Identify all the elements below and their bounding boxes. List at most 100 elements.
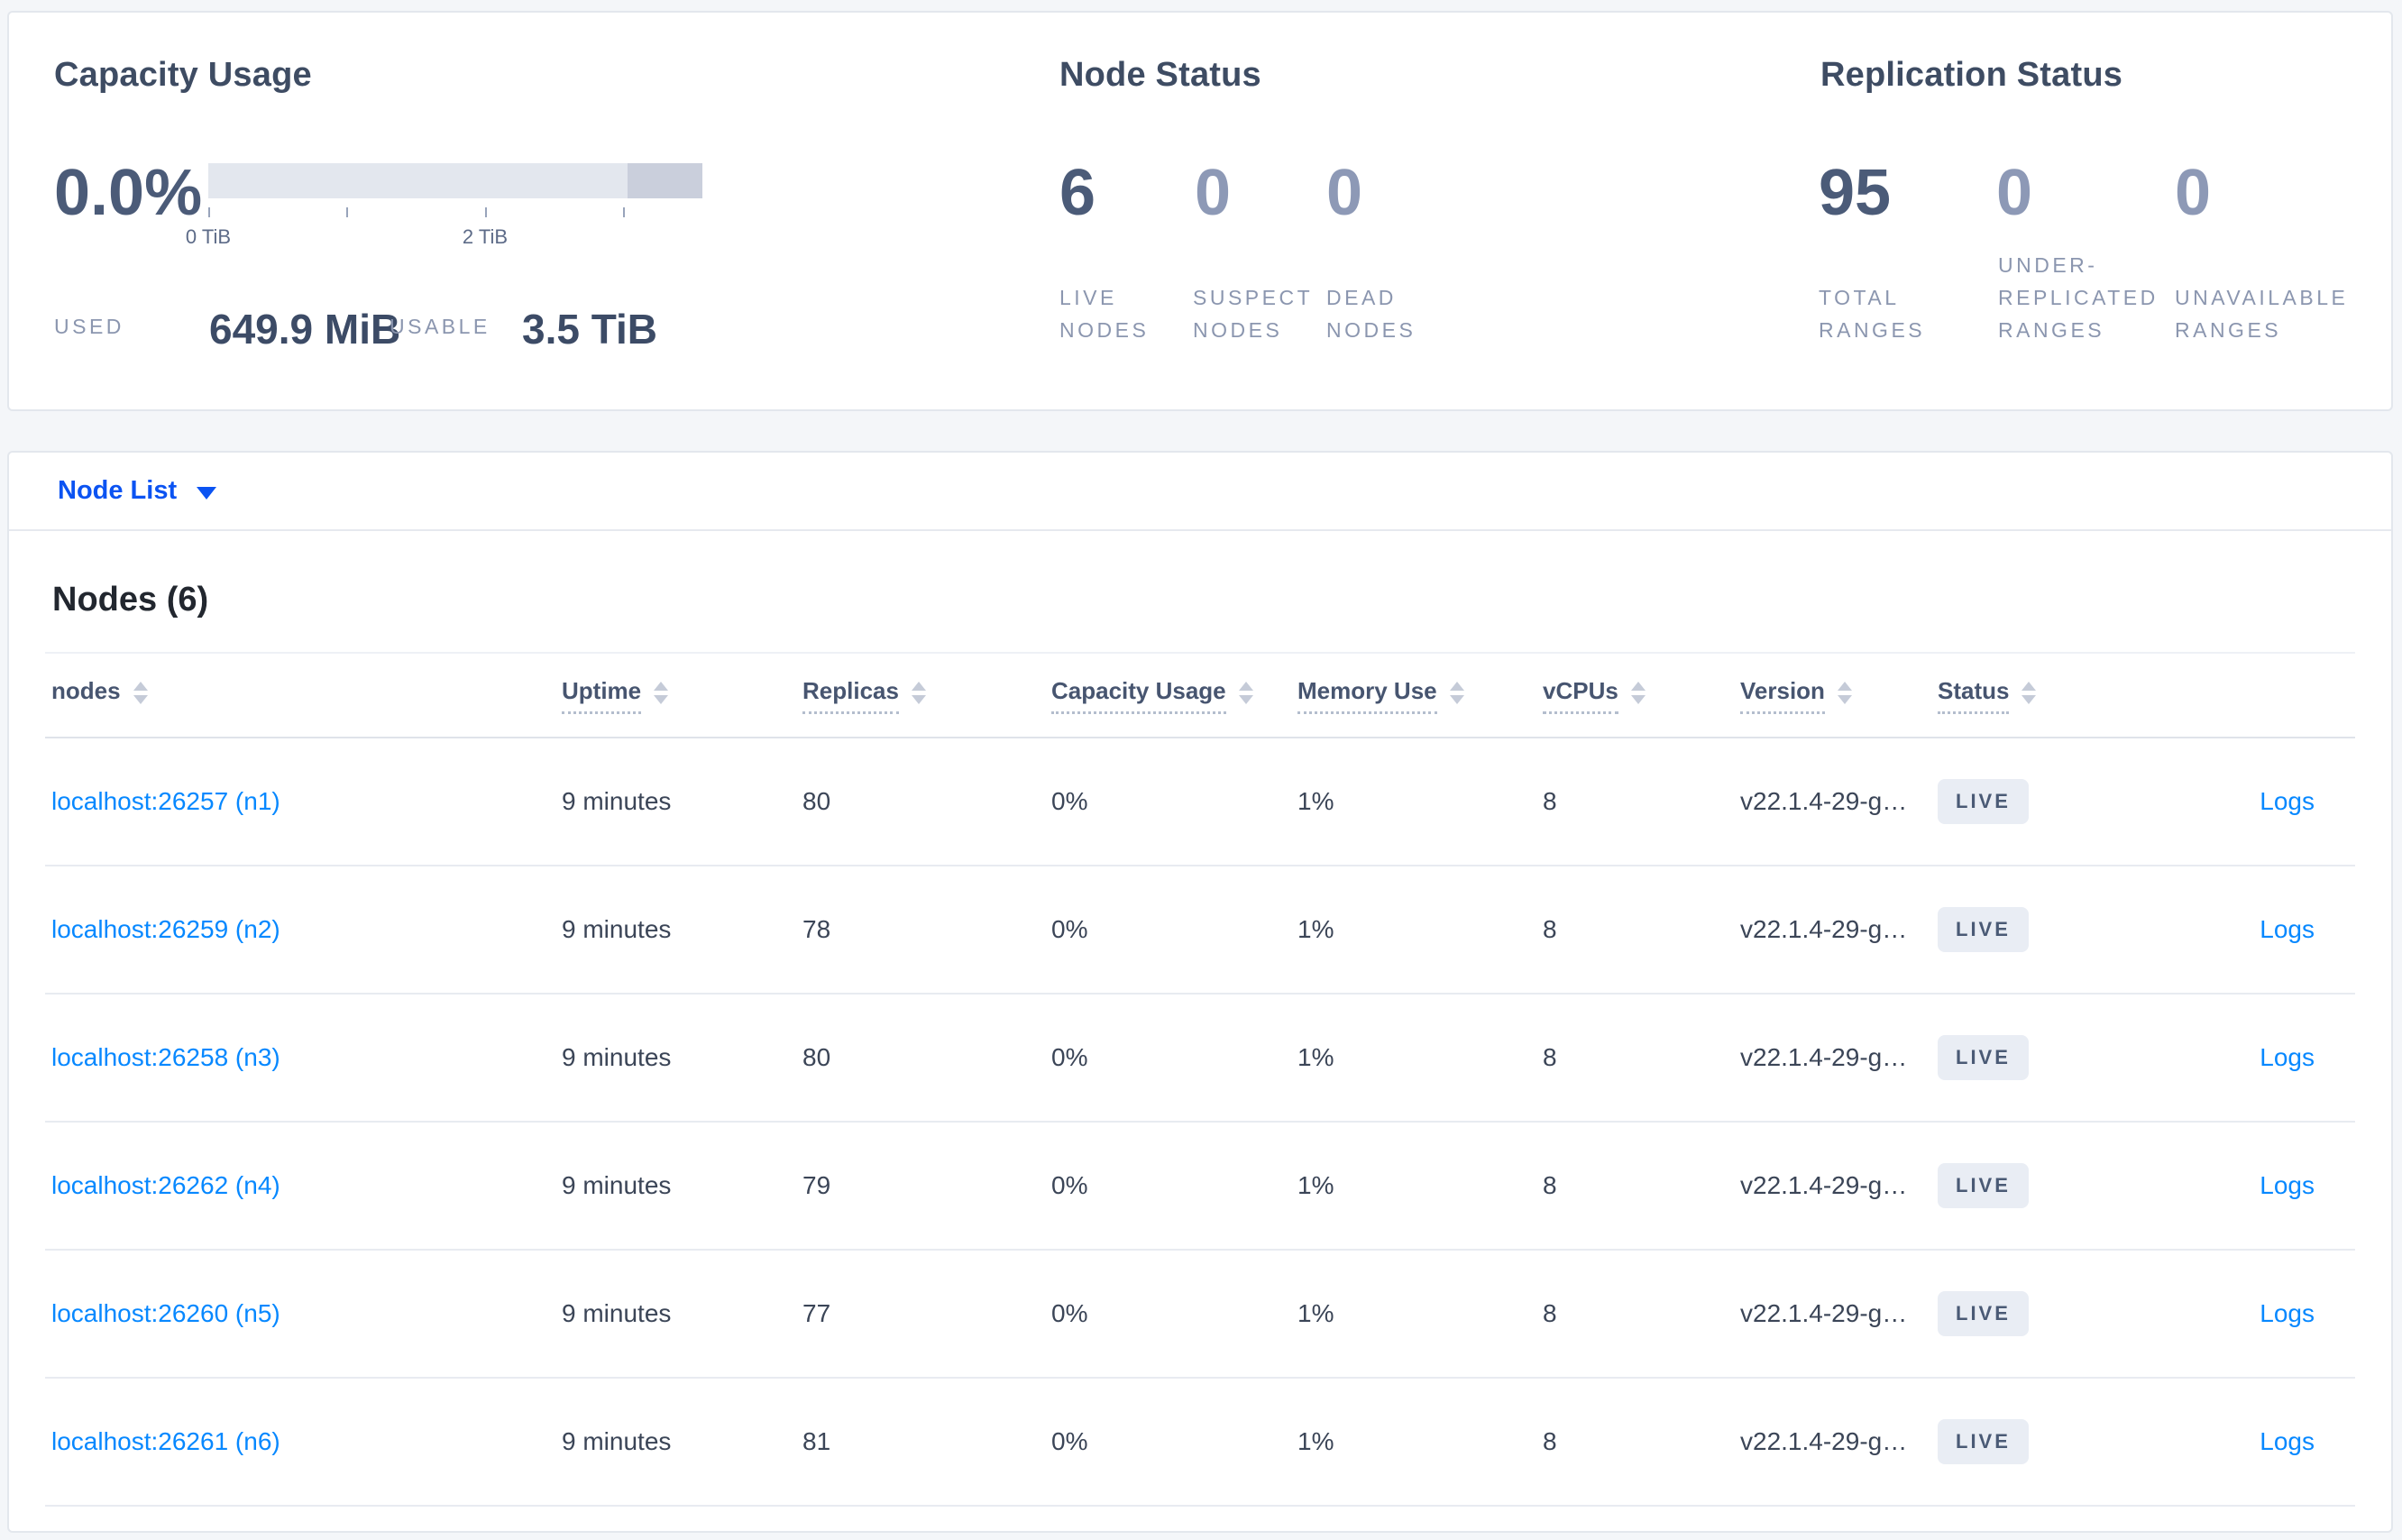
table-row: localhost:26257 (n1) 9 minutes 80 0% 1% …	[45, 738, 2355, 866]
memory-use-cell: 1%	[1297, 1427, 1334, 1455]
logs-link[interactable]: Logs	[2260, 1427, 2315, 1455]
memory-use-cell: 1%	[1297, 1043, 1334, 1071]
suspect-nodes-count: 0	[1195, 157, 1232, 229]
node-link[interactable]: localhost:26260 (n5)	[51, 1299, 280, 1327]
gauge-tick	[346, 207, 348, 217]
sort-icon	[1238, 681, 1253, 704]
capacity-gauge-nonusable-segment	[628, 163, 702, 198]
version-cell: v22.1.4-29-g…	[1740, 1299, 1908, 1327]
status-badge: LIVE	[1938, 1291, 2029, 1336]
gauge-tick	[485, 207, 487, 217]
version-cell: v22.1.4-29-g…	[1740, 1427, 1908, 1455]
dead-nodes-count: 0	[1326, 157, 1363, 229]
column-header-nodes[interactable]: nodes	[45, 677, 555, 714]
uptime-cell: 9 minutes	[562, 1299, 672, 1327]
live-nodes-count: 6	[1059, 157, 1096, 229]
gauge-tick	[623, 207, 625, 217]
chevron-down-icon	[197, 486, 217, 500]
memory-use-cell: 1%	[1297, 1171, 1334, 1199]
replicas-cell: 77	[802, 1299, 831, 1327]
sort-icon	[911, 681, 926, 704]
node-link[interactable]: localhost:26259 (n2)	[51, 915, 280, 943]
node-list-dropdown-label: Node List	[58, 476, 178, 505]
replicas-cell: 80	[802, 787, 831, 815]
table-row: localhost:26259 (n2) 9 minutes 78 0% 1% …	[45, 866, 2355, 995]
memory-use-cell: 1%	[1297, 787, 1334, 815]
replicas-cell: 80	[802, 1043, 831, 1071]
capacity-usage-cell: 0%	[1051, 1171, 1088, 1199]
column-header-uptime[interactable]: Uptime	[555, 677, 796, 714]
node-link[interactable]: localhost:26262 (n4)	[51, 1171, 280, 1199]
column-header-status[interactable]: Status	[1931, 677, 2139, 714]
node-link[interactable]: localhost:26257 (n1)	[51, 787, 280, 815]
replicas-cell: 78	[802, 915, 831, 943]
table-row: localhost:26260 (n5) 9 minutes 77 0% 1% …	[45, 1251, 2355, 1379]
nodes-table-body: localhost:26257 (n1) 9 minutes 80 0% 1% …	[45, 738, 2355, 1507]
usable-value: 3.5 TiB	[522, 306, 657, 353]
under-replicated-ranges-label: UNDER-REPLICATED RANGES	[1998, 253, 2159, 342]
used-label: USED	[54, 315, 124, 338]
vcpus-cell: 8	[1543, 1427, 1557, 1455]
suspect-nodes-label: SUSPECT NODES	[1193, 286, 1313, 342]
replicas-cell: 79	[802, 1171, 831, 1199]
version-cell: v22.1.4-29-g…	[1740, 1171, 1908, 1199]
total-ranges-count: 95	[1819, 157, 1892, 229]
status-badge: LIVE	[1938, 1163, 2029, 1208]
sort-icon	[1630, 681, 1646, 704]
status-badge: LIVE	[1938, 1035, 2029, 1080]
sort-icon	[2022, 681, 2037, 704]
version-cell: v22.1.4-29-g…	[1740, 1043, 1908, 1071]
table-row: localhost:26258 (n3) 9 minutes 80 0% 1% …	[45, 995, 2355, 1123]
logs-link[interactable]: Logs	[2260, 787, 2315, 815]
uptime-cell: 9 minutes	[562, 915, 672, 943]
total-ranges-label: TOTAL RANGES	[1819, 286, 1926, 342]
capacity-usage-cell: 0%	[1051, 787, 1088, 815]
column-header-memory-use[interactable]: Memory Use	[1291, 677, 1536, 714]
vcpus-cell: 8	[1543, 915, 1557, 943]
vcpus-cell: 8	[1543, 1171, 1557, 1199]
capacity-usage-cell: 0%	[1051, 1427, 1088, 1455]
column-header-version[interactable]: Version	[1734, 677, 1931, 714]
live-nodes-label: LIVE NODES	[1059, 286, 1150, 342]
table-row: localhost:26261 (n6) 9 minutes 81 0% 1% …	[45, 1379, 2355, 1507]
vcpus-cell: 8	[1543, 1043, 1557, 1071]
uptime-cell: 9 minutes	[562, 1043, 672, 1071]
status-badge: LIVE	[1938, 1419, 2029, 1464]
uptime-cell: 9 minutes	[562, 1427, 672, 1455]
sort-icon	[133, 681, 148, 704]
status-badge: LIVE	[1938, 779, 2029, 824]
cluster-summary-card: Capacity Usage 0.0% 0 TiB 2 TiB USED 649…	[7, 11, 2393, 411]
column-header-capacity-usage[interactable]: Capacity Usage	[1045, 677, 1291, 714]
capacity-usage-title: Capacity Usage	[54, 56, 312, 94]
node-link[interactable]: localhost:26258 (n3)	[51, 1043, 280, 1071]
node-list-dropdown[interactable]: Node List	[58, 476, 217, 506]
logs-link[interactable]: Logs	[2260, 915, 2315, 943]
replication-status-title: Replication Status	[1820, 56, 2123, 94]
column-header-vcpus[interactable]: vCPUs	[1536, 677, 1734, 714]
gauge-tick-label-2: 2 TiB	[462, 225, 509, 248]
node-link[interactable]: localhost:26261 (n6)	[51, 1427, 280, 1455]
logs-link[interactable]: Logs	[2260, 1171, 2315, 1199]
capacity-usage-cell: 0%	[1051, 915, 1088, 943]
gauge-tick-label-0: 0 TiB	[185, 225, 232, 248]
logs-link[interactable]: Logs	[2260, 1299, 2315, 1327]
version-cell: v22.1.4-29-g…	[1740, 787, 1908, 815]
sort-icon	[654, 681, 669, 704]
logs-link[interactable]: Logs	[2260, 1043, 2315, 1071]
nodes-table-header: nodes Uptime Replicas Capacity Usage Mem…	[45, 652, 2355, 738]
capacity-used-percent: 0.0%	[54, 157, 203, 229]
column-header-replicas[interactable]: Replicas	[796, 677, 1045, 714]
version-cell: v22.1.4-29-g…	[1740, 915, 1908, 943]
vcpus-cell: 8	[1543, 787, 1557, 815]
status-badge: LIVE	[1938, 907, 2029, 952]
capacity-usage-cell: 0%	[1051, 1043, 1088, 1071]
vcpus-cell: 8	[1543, 1299, 1557, 1327]
node-list-card: Node List Nodes (6) nodes Uptime Replica…	[7, 451, 2393, 1533]
table-row: localhost:26262 (n4) 9 minutes 79 0% 1% …	[45, 1123, 2355, 1251]
used-value: 649.9 MiB	[209, 306, 401, 353]
sort-icon	[1449, 681, 1464, 704]
capacity-usage-cell: 0%	[1051, 1299, 1088, 1327]
memory-use-cell: 1%	[1297, 1299, 1334, 1327]
uptime-cell: 9 minutes	[562, 1171, 672, 1199]
sort-icon	[1837, 681, 1852, 704]
